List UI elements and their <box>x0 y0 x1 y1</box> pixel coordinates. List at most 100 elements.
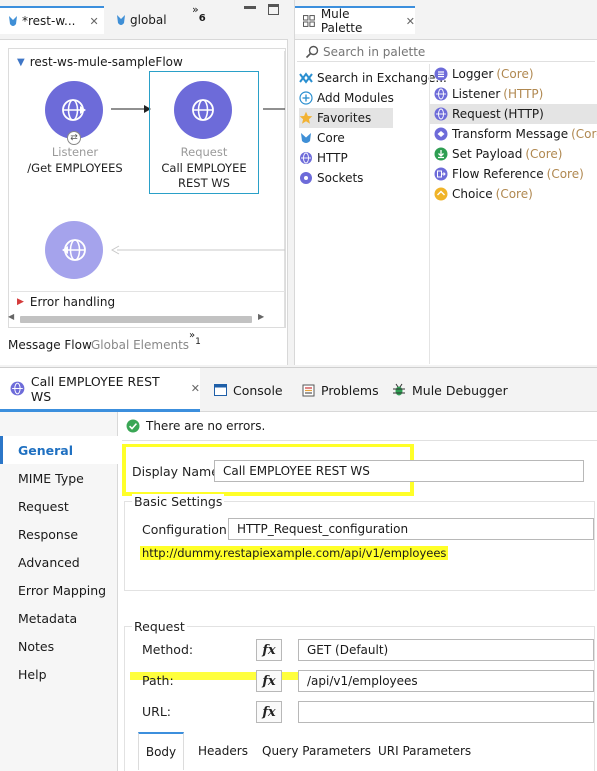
palette-component-listener[interactable]: Listener (HTTP) <box>434 84 543 104</box>
nav-error-mapping[interactable]: Error Mapping <box>0 576 118 604</box>
editor-bottom-tab-bar: Message Flow Global Elements »1 <box>0 330 288 356</box>
palette-item-search-exchange[interactable]: Search in Exchange... <box>299 68 447 88</box>
nav-request[interactable]: Request <box>0 492 118 520</box>
properties-side-nav: General MIME Type Request Response Advan… <box>0 412 118 771</box>
tab-overflow-button[interactable]: »1 <box>189 330 201 347</box>
nav-help[interactable]: Help <box>0 660 118 688</box>
palette-component-flow-reference[interactable]: Flow Reference (Core) <box>434 164 584 184</box>
error-handling-header[interactable]: ▶ Error handling <box>17 295 115 309</box>
nav-general[interactable]: General <box>0 436 118 464</box>
nav-response[interactable]: Response <box>0 520 118 548</box>
palette-tab-label: Mule Palette <box>320 7 363 35</box>
tab-query-parameters[interactable]: Query Parameters <box>262 732 371 770</box>
request-node-title: Request <box>180 145 228 159</box>
palette-search-box[interactable] <box>297 42 595 62</box>
properties-pane: Call EMPLOYEE REST WS ✕ Console Problems… <box>0 367 597 771</box>
url-label: URL: <box>142 704 172 719</box>
mule-palette-pane: Mule Palette ✕ Search in Exchange... Add… <box>294 0 597 365</box>
validation-status: There are no errors. <box>126 419 265 433</box>
tab-message-flow[interactable]: Message Flow <box>8 338 92 352</box>
tab-console[interactable]: Console <box>214 368 283 412</box>
tab-label: Call EMPLOYEE REST WS <box>30 373 160 404</box>
properties-content: There are no errors. Display Name: Call … <box>122 412 597 771</box>
path-field[interactable]: /api/v1/employees <box>298 670 594 692</box>
request-node[interactable] <box>174 81 232 139</box>
nav-mime-type[interactable]: MIME Type <box>0 464 118 492</box>
palette-component-list: Logger (Core) Listener (HTTP) Request (HTTP… <box>429 64 597 364</box>
expand-triangle-icon[interactable]: ▶ <box>17 297 24 307</box>
url-field[interactable] <box>298 701 594 723</box>
close-icon[interactable]: ✕ <box>191 382 200 395</box>
response-node[interactable] <box>45 221 103 279</box>
logger-icon <box>434 67 448 81</box>
divider <box>122 440 597 441</box>
nav-metadata[interactable]: Metadata <box>0 604 118 632</box>
tab-overflow-button[interactable]: »6 <box>192 3 212 24</box>
tab-global-elements[interactable]: Global Elements <box>91 338 189 352</box>
listener-node-subtitle: /Get EMPLOYEES <box>27 161 123 175</box>
collapse-triangle-icon[interactable]: ▼ <box>17 57 25 68</box>
palette-tab-bar: Mule Palette ✕ <box>295 0 597 40</box>
configuration-select[interactable]: HTTP_Request_configuration <box>228 518 594 540</box>
palette-item-sockets[interactable]: Sockets <box>299 168 363 188</box>
tab-body[interactable]: Body <box>138 732 184 770</box>
globe-icon <box>10 381 25 396</box>
tab-mule-debugger[interactable]: Mule Debugger <box>392 368 508 412</box>
close-icon[interactable]: ✕ <box>406 15 415 28</box>
flow-header[interactable]: ▼ rest-ws-mule-sampleFlow <box>17 55 183 69</box>
tab-call-employee-rest-ws[interactable]: Call EMPLOYEE REST WS ✕ <box>0 368 200 412</box>
flow-container[interactable]: ▼ rest-ws-mule-sampleFlow ⇄ Listener /Ge… <box>11 51 285 327</box>
palette-item-add-modules[interactable]: Add Modules <box>299 88 394 108</box>
request-node-label-line2: REST WS <box>178 176 230 190</box>
maximize-icon[interactable] <box>268 4 279 15</box>
debugger-bug-icon <box>393 383 405 396</box>
horizontal-scrollbar[interactable]: ◀ ▶ <box>8 312 266 326</box>
request-node-label-line1: Call EMPLOYEE <box>161 161 247 175</box>
flow-canvas[interactable]: ▼ rest-ws-mule-sampleFlow ⇄ Listener /Ge… <box>8 48 286 328</box>
properties-tab-bar: Call EMPLOYEE REST WS ✕ Console Problems… <box>0 368 597 412</box>
return-arrow-icon <box>111 245 285 255</box>
tab-mule-palette[interactable]: Mule Palette ✕ <box>295 6 415 35</box>
method-label: Method: <box>142 642 194 657</box>
palette-item-http[interactable]: HTTP <box>299 148 348 168</box>
globe-icon <box>300 152 312 164</box>
configuration-label: Configuration: <box>142 522 231 537</box>
palette-item-favorites[interactable]: Favorites <box>299 108 393 128</box>
url-fx-button[interactable]: fx <box>256 701 282 723</box>
method-select[interactable]: GET (Default) <box>298 639 594 661</box>
palette-component-choice[interactable]: Choice (Core) <box>434 184 533 204</box>
mule-file-icon <box>117 14 125 25</box>
editor-tab-rest-ws[interactable]: *rest-w... ✕ <box>0 6 104 34</box>
palette-component-set-payload[interactable]: Set Payload (Core) <box>434 144 562 164</box>
palette-grid-icon <box>303 15 315 27</box>
tab-problems[interactable]: Problems <box>302 368 379 412</box>
nav-notes[interactable]: Notes <box>0 632 118 660</box>
flow-arrow-icon <box>263 108 285 110</box>
chevron-double-right-icon: » <box>192 3 199 16</box>
palette-component-logger[interactable]: Logger (Core) <box>434 64 534 84</box>
palette-item-core[interactable]: Core <box>299 128 345 148</box>
scroll-thumb[interactable] <box>20 316 252 323</box>
exchange-icon <box>299 72 313 84</box>
tab-headers[interactable]: Headers <box>198 732 248 770</box>
tab-uri-parameters[interactable]: URI Parameters <box>378 732 471 770</box>
method-fx-button[interactable]: fx <box>256 639 282 661</box>
flow-editor-pane: *rest-w... ✕ global »6 ▼ rest-ws-mule-sa… <box>0 0 288 365</box>
display-name-value: Call EMPLOYEE REST WS <box>223 464 370 478</box>
scroll-right-icon[interactable]: ▶ <box>258 312 264 321</box>
globe-icon <box>434 87 448 101</box>
palette-component-transform-message[interactable]: Transform Message(Core) <box>434 124 597 144</box>
path-fx-button[interactable]: fx <box>256 670 282 692</box>
basic-settings-title: Basic Settings <box>132 494 225 509</box>
palette-component-request[interactable]: Request (HTTP) <box>430 104 597 124</box>
close-icon[interactable]: ✕ <box>90 15 99 28</box>
request-section-title: Request <box>132 619 187 634</box>
editor-tab-global[interactable]: global <box>112 6 192 34</box>
display-name-field[interactable]: Call EMPLOYEE REST WS <box>214 460 584 482</box>
palette-search-input[interactable] <box>323 44 563 59</box>
nav-advanced[interactable]: Advanced <box>0 548 118 576</box>
configuration-url-hint: http://dummy.restapiexample.com/api/v1/e… <box>140 546 449 560</box>
scroll-left-icon[interactable]: ◀ <box>8 312 14 321</box>
minimize-icon[interactable] <box>244 6 256 9</box>
set-payload-icon <box>434 147 448 161</box>
